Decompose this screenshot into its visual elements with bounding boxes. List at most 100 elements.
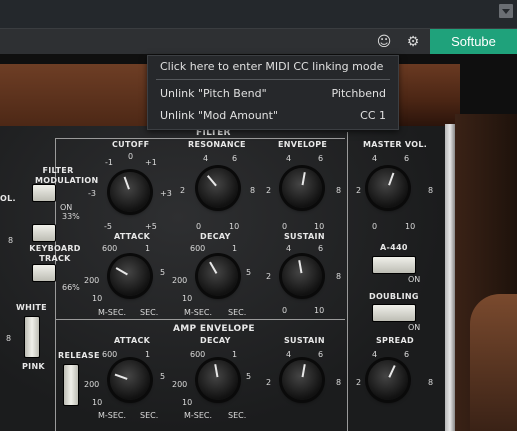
envelope-knob[interactable] bbox=[277, 163, 327, 213]
tick: 0 bbox=[196, 222, 202, 231]
tick: 10 bbox=[229, 222, 240, 231]
release-switch[interactable] bbox=[63, 364, 79, 406]
master-vol-knob[interactable] bbox=[363, 163, 413, 213]
on-label: ON bbox=[408, 275, 421, 284]
filter-modulation-switch[interactable] bbox=[32, 184, 56, 202]
on-label: ON bbox=[60, 203, 73, 212]
tick: 200 bbox=[84, 380, 100, 389]
tick: 5 bbox=[160, 372, 166, 381]
menu-item-label: Click here to enter MIDI CC linking mode bbox=[160, 60, 384, 73]
tick: 0 bbox=[128, 152, 134, 161]
chevron-down-icon[interactable] bbox=[499, 4, 513, 18]
doubling-switch[interactable] bbox=[372, 304, 416, 322]
tick: 6 bbox=[232, 154, 238, 163]
tick: 2 bbox=[266, 272, 272, 281]
a440-label: A-440 bbox=[380, 243, 408, 252]
menu-item-midi-cc-linking[interactable]: Click here to enter MIDI CC linking mode bbox=[148, 57, 398, 77]
amp-decay-label: DECAY bbox=[200, 336, 231, 345]
tick: 8 bbox=[336, 272, 342, 281]
doubling-label: DOUBLING bbox=[369, 292, 419, 301]
tick: 6 bbox=[318, 350, 324, 359]
tick: -1 bbox=[105, 158, 113, 167]
tick: M-SEC. bbox=[98, 411, 127, 420]
on-label: ON bbox=[408, 323, 421, 332]
tick: 8 bbox=[336, 186, 342, 195]
filter-sustain-label: SUSTAIN bbox=[284, 232, 325, 241]
tick: 200 bbox=[84, 276, 100, 285]
tick: 5 bbox=[246, 372, 252, 381]
tick: 10 bbox=[405, 222, 416, 231]
tick: M-SEC. bbox=[184, 411, 213, 420]
tick: 200 bbox=[172, 276, 188, 285]
face-icon[interactable]: ☺ bbox=[376, 34, 392, 50]
tick: 10 bbox=[92, 398, 103, 407]
tick: -5 bbox=[104, 222, 112, 231]
tick: M-SEC. bbox=[184, 308, 213, 317]
keyboard-track-switch-2[interactable] bbox=[32, 264, 56, 282]
pink-label: PINK bbox=[22, 362, 45, 371]
menu-item-unlink-mod-amount[interactable]: Unlink "Mod Amount" CC 1 bbox=[148, 106, 398, 126]
resonance-knob[interactable] bbox=[193, 163, 243, 213]
tick: SEC. bbox=[140, 308, 159, 317]
tick: 10 bbox=[92, 294, 103, 303]
kbd-33-label: 33% bbox=[62, 212, 80, 221]
tick: 200 bbox=[172, 380, 188, 389]
tick: 4 bbox=[286, 154, 292, 163]
tick: 6 bbox=[318, 154, 324, 163]
vol-label-partial: OL. bbox=[0, 194, 16, 203]
cutoff-knob[interactable] bbox=[105, 167, 155, 217]
release-label: RELEASE bbox=[58, 351, 100, 360]
divider bbox=[347, 132, 348, 431]
amp-sustain-knob[interactable] bbox=[277, 355, 327, 405]
tick: 6 bbox=[404, 350, 410, 359]
amp-decay-knob[interactable] bbox=[193, 355, 243, 405]
tick: 2 bbox=[356, 186, 362, 195]
section-amp-title: AMP ENVELOPE bbox=[173, 324, 255, 334]
tick: SEC. bbox=[228, 411, 247, 420]
menu-item-label: Unlink "Mod Amount" bbox=[160, 109, 279, 122]
tick: 5 bbox=[160, 268, 166, 277]
menu-item-unlink-pitch-bend[interactable]: Unlink "Pitch Bend" Pitchbend bbox=[148, 84, 398, 104]
tick: 10 bbox=[314, 306, 325, 315]
filter-sustain-knob[interactable] bbox=[277, 251, 327, 301]
tick: 2 bbox=[180, 186, 186, 195]
gear-icon[interactable]: ⚙ bbox=[405, 34, 421, 50]
envelope-label: ENVELOPE bbox=[278, 140, 328, 149]
amp-attack-knob[interactable] bbox=[105, 355, 155, 405]
softube-logo-button[interactable]: Softube bbox=[430, 29, 517, 55]
tick-8: 8 bbox=[6, 334, 12, 343]
filter-decay-knob[interactable] bbox=[193, 251, 243, 301]
tick: M-SEC. bbox=[98, 308, 127, 317]
filter-attack-knob[interactable] bbox=[105, 251, 155, 301]
tick: 6 bbox=[404, 154, 410, 163]
tick: 1 bbox=[145, 350, 151, 359]
tick: 2 bbox=[266, 378, 272, 387]
plugin-toolbar: ☺ ⚙ Softube bbox=[0, 28, 517, 55]
tick: 1 bbox=[232, 350, 238, 359]
tick: 10 bbox=[314, 222, 325, 231]
divider bbox=[55, 319, 345, 320]
cutoff-label: CUTOFF bbox=[112, 140, 150, 149]
tick: 0 bbox=[372, 222, 378, 231]
tick: 4 bbox=[372, 154, 378, 163]
wood-trim-left bbox=[0, 64, 160, 126]
filter-decay-label: DECAY bbox=[200, 232, 231, 241]
wood-side-lower bbox=[470, 294, 517, 431]
spread-knob[interactable] bbox=[363, 355, 413, 405]
tick: 1 bbox=[232, 244, 238, 253]
keyboard-track-switch-1[interactable] bbox=[32, 224, 56, 242]
tick: 600 bbox=[190, 350, 206, 359]
tick: 0 bbox=[282, 222, 288, 231]
noise-color-switch[interactable] bbox=[24, 316, 40, 358]
tick: +1 bbox=[145, 158, 157, 167]
tick: +3 bbox=[160, 189, 172, 198]
tick: 0 bbox=[282, 306, 288, 315]
menu-item-shortcut: CC 1 bbox=[360, 109, 386, 122]
tick: SEC. bbox=[228, 308, 247, 317]
filter-attack-label: ATTACK bbox=[114, 232, 151, 241]
tick: 4 bbox=[286, 244, 292, 253]
tick: 600 bbox=[190, 244, 206, 253]
resonance-label: RESONANCE bbox=[188, 140, 246, 149]
kbd-66-label: 66% bbox=[62, 283, 80, 292]
a440-switch[interactable] bbox=[372, 256, 416, 274]
